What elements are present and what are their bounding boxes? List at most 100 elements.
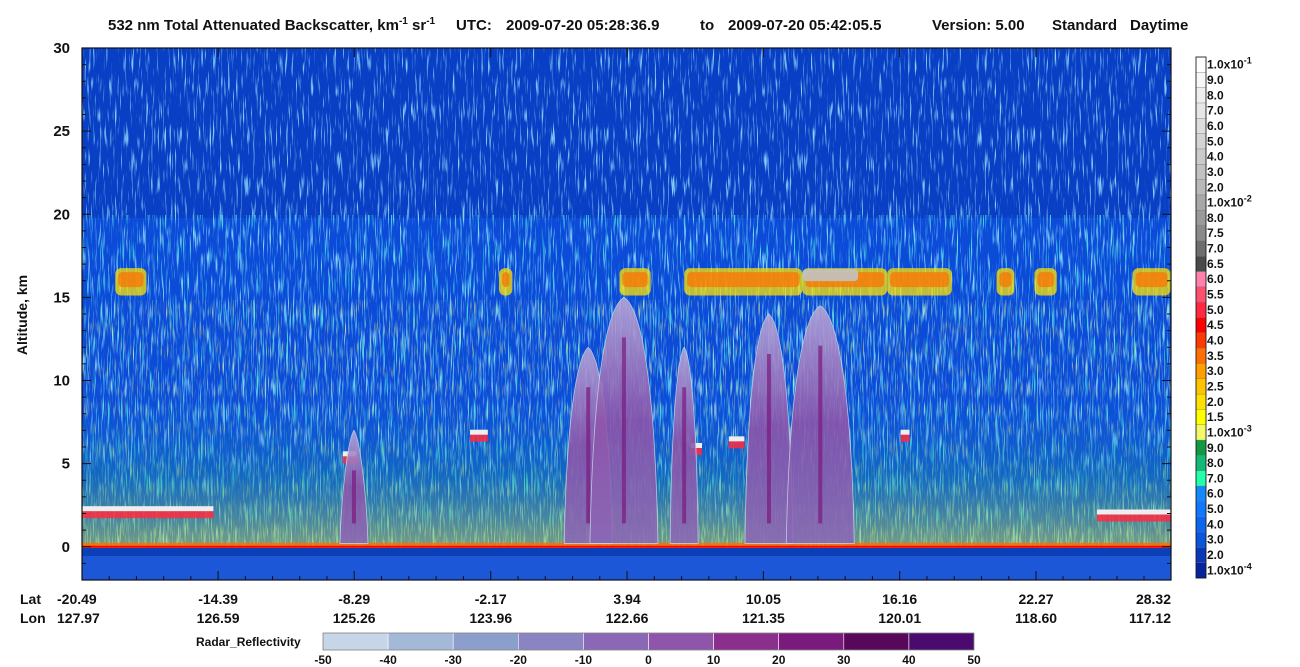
colorbar-label: 3.0: [1207, 364, 1224, 378]
colorbar-swatch: [1195, 148, 1207, 165]
low-cloud-top: [82, 506, 214, 512]
y-tick-label: 30: [53, 40, 70, 57]
radar-tick-label: -10: [575, 653, 593, 667]
colorbar-swatch: [1195, 271, 1207, 288]
radar-tick-label: 10: [707, 653, 721, 667]
radar-tick-label: 0: [645, 653, 652, 667]
lon-tick-label: 120.01: [878, 610, 921, 626]
cirrus-core: [1135, 272, 1168, 288]
radar-swatch: [843, 632, 910, 651]
y-tick-label: 0: [62, 539, 70, 556]
colorbar-label: 7.0: [1207, 471, 1224, 485]
colorbar-label: 8.0: [1207, 211, 1224, 225]
low-cloud-top: [728, 436, 745, 442]
product-label: Standard: [1052, 17, 1117, 34]
colorbar-label: 7.0: [1207, 242, 1224, 256]
colorbar-label: 5.0: [1207, 303, 1224, 317]
radar-colorbar-label: Radar_Reflectivity: [196, 635, 301, 649]
lat-tick-label: 28.32: [1136, 591, 1171, 607]
radar-tower-core: [621, 337, 626, 524]
cirrus-core: [687, 272, 800, 288]
low-cloud-base: [82, 510, 214, 519]
lat-tick-label: 10.05: [746, 591, 781, 607]
cirrus-core: [1037, 272, 1054, 288]
radar-tower-core: [351, 470, 356, 524]
colorbar-swatch: [1195, 455, 1207, 472]
colorbar-swatch: [1195, 179, 1207, 196]
colorbar-label: 4.0: [1207, 333, 1224, 347]
colorbar-swatch: [1195, 240, 1207, 257]
low-cloud-base: [900, 433, 910, 442]
colorbar-swatch: [1195, 547, 1207, 564]
colorbar-swatch: [1195, 72, 1207, 89]
radar-tick-label: 30: [837, 653, 851, 667]
colorbar-label: 1.0x10-2: [1207, 194, 1252, 210]
colorbar-swatch: [1195, 347, 1207, 364]
y-tick-label: 25: [53, 123, 70, 140]
colorbar-label: 4.0: [1207, 517, 1224, 531]
colorbar-swatch: [1195, 332, 1207, 349]
colorbar-label: 9.0: [1207, 441, 1224, 455]
colorbar-swatch: [1195, 409, 1207, 426]
title-sr: sr: [408, 17, 427, 34]
y-tick-label: 15: [53, 289, 70, 306]
cirrus-core: [890, 272, 949, 288]
lon-tick-label: 127.97: [57, 610, 100, 626]
low-cloud-top: [1096, 509, 1171, 515]
colorbar-label: 1.0x10-3: [1207, 423, 1252, 439]
cirrus-core: [999, 272, 1012, 288]
radar-tick-label: 20: [772, 653, 786, 667]
lat-tick-label: 3.94: [613, 591, 640, 607]
title-sup2: -1: [426, 16, 435, 27]
colorbar-swatch: [1195, 256, 1207, 273]
colorbar-label: 8.0: [1207, 88, 1224, 102]
radar-swatch: [908, 632, 975, 651]
colorbar-label: 1.0x10-4: [1207, 561, 1252, 577]
colorbar-label: 5.0: [1207, 134, 1224, 148]
colorbar-label: 5.0: [1207, 502, 1224, 516]
colorbar-swatch: [1195, 531, 1207, 548]
radar-tower-core: [766, 354, 771, 524]
surface-line: [82, 545, 1171, 548]
version-label: Version: 5.00: [932, 17, 1025, 34]
backscatter-chart: 532 nm Total Attenuated Backscatter, km -…: [14, 16, 1252, 667]
lat-tick-label: 22.27: [1018, 591, 1053, 607]
low-cloud-top: [469, 429, 488, 435]
radar-swatch: [778, 632, 845, 651]
colorbar-label: 2.0: [1207, 548, 1224, 562]
colorbar-swatch: [1195, 485, 1207, 502]
colorbar-label: 6.0: [1207, 272, 1224, 286]
utc-label: UTC:: [456, 17, 492, 34]
colorbar-swatch: [1195, 194, 1207, 211]
colorbar-swatch: [1195, 301, 1207, 319]
lat-label: Lat: [20, 591, 41, 607]
y-axis-label: Altitude, km: [14, 275, 30, 355]
radar-swatch: [387, 632, 454, 651]
colorbar-swatch: [1195, 164, 1207, 181]
colorbar-label: 4.5: [1207, 318, 1224, 332]
colorbar-label: 5.5: [1207, 288, 1224, 302]
radar-swatch: [452, 632, 519, 651]
colorbar-swatch: [1195, 56, 1207, 73]
colorbar-label: 3.0: [1207, 165, 1224, 179]
cirrus-core: [501, 272, 510, 288]
colorbar-swatch: [1195, 424, 1207, 441]
colorbar-label: 9.0: [1207, 73, 1224, 87]
radar-tick-label: -30: [445, 653, 463, 667]
lat-tick-label: -20.49: [57, 591, 97, 607]
colorbar-swatch: [1195, 210, 1207, 227]
colorbar-label: 3.5: [1207, 349, 1224, 363]
low-cloud-base: [1096, 513, 1171, 522]
lon-label: Lon: [20, 610, 46, 626]
title-text: 532 nm Total Attenuated Backscatter, km: [108, 17, 399, 34]
radar-swatch: [713, 632, 779, 651]
colorbar-swatch: [1195, 439, 1207, 456]
cirrus-opaque: [802, 269, 859, 282]
colorbar-swatch: [1195, 133, 1207, 150]
colorbar-swatch: [1195, 118, 1207, 135]
colorbar-swatch: [1195, 562, 1207, 579]
lon-tick-label: 121.35: [742, 610, 785, 626]
colorbar-swatch: [1195, 470, 1207, 487]
y-tick-label: 5: [62, 456, 70, 473]
radar-swatch: [517, 632, 584, 651]
